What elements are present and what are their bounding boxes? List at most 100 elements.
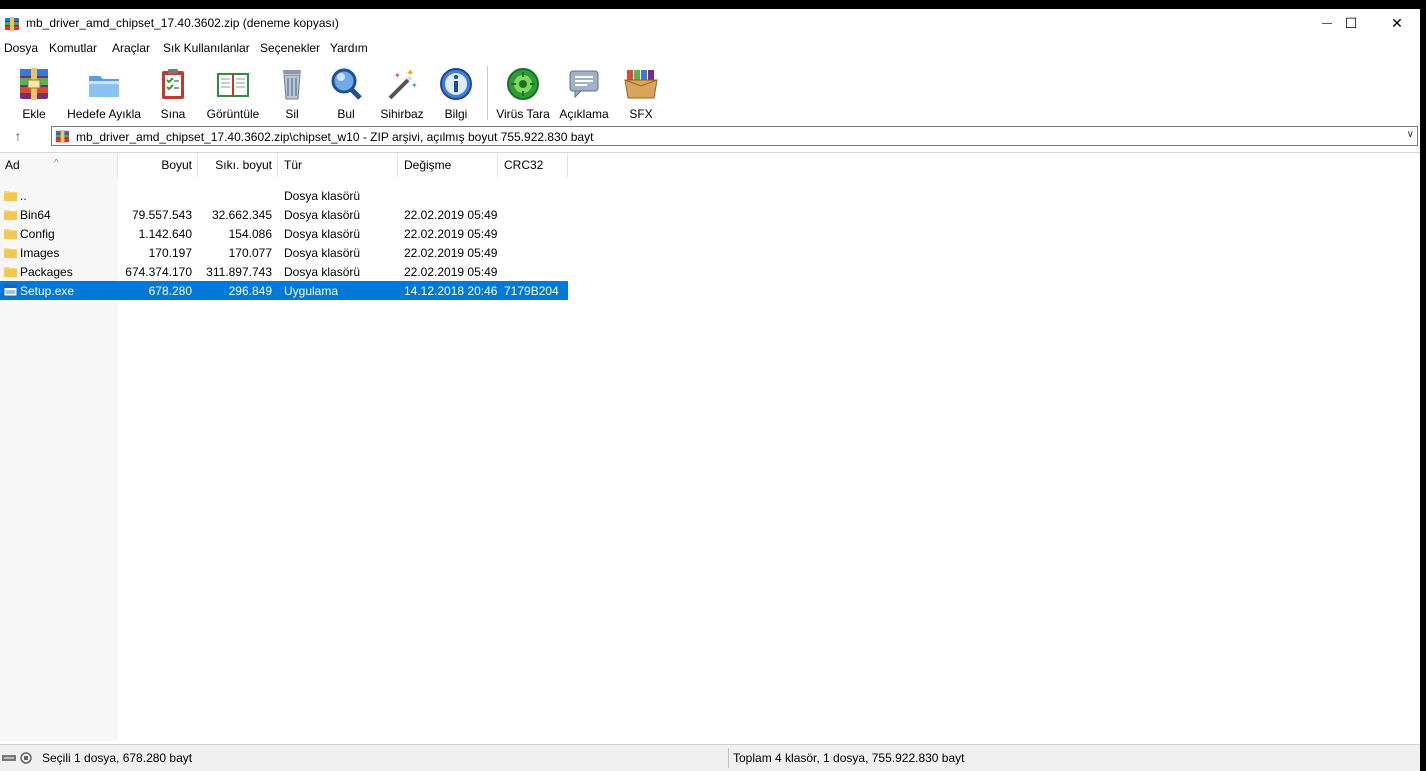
toolbar-sihirbaz-label: Sihirbaz	[380, 107, 424, 121]
column-divider[interactable]	[197, 153, 198, 177]
folder-icon	[4, 210, 17, 220]
info-icon	[440, 68, 472, 100]
file-packed-size: 32.662.345	[211, 208, 272, 222]
column-header-crc[interactable]: CRC32	[504, 158, 543, 172]
column-header-row: Ad ^ Boyut Sıkı. boyut Tür Değişme CRC32	[0, 153, 1420, 177]
close-button[interactable]: ✕	[1374, 9, 1420, 38]
title-bar[interactable]: mb_driver_amd_chipset_17.40.3602.zip (de…	[0, 9, 1420, 38]
toolbar-virus-tara-label: Virüs Tara	[496, 107, 550, 121]
column-header-packed[interactable]: Sıkı. boyut	[215, 158, 272, 172]
toolbar-goruntule-label: Görüntüle	[206, 107, 260, 121]
file-type: Dosya klasörü	[284, 189, 361, 203]
sfx-box-icon	[624, 70, 658, 99]
table-row[interactable]: Images 170.197 170.077 Dosya klasörü 22.02.2…	[0, 243, 568, 262]
table-row[interactable]: Bin64 79.557.543 32.662.345 Dosya klasörü 22…	[0, 205, 568, 224]
menu-secenekler[interactable]: Seçenekler	[260, 41, 320, 55]
file-size: 170.197	[148, 246, 192, 260]
folder-icon	[4, 248, 17, 258]
column-header-name[interactable]: Ad	[5, 158, 20, 172]
toolbar-bul-label: Bul	[337, 107, 355, 121]
comment-icon	[569, 70, 599, 99]
toolbar-sfx-label: SFX	[629, 107, 653, 121]
file-packed-size: 296.849	[228, 284, 272, 298]
close-icon: ✕	[1391, 15, 1403, 31]
file-name: Setup.exe	[20, 284, 75, 298]
file-packed-size: 170.077	[228, 246, 272, 260]
table-row[interactable]: Setup.exe 678.280 296.849 Uygulama 14.12.201…	[0, 281, 568, 300]
file-modified: 22.02.2019 05:49	[404, 227, 498, 241]
toolbar-goruntule-button[interactable]: Görüntüle	[203, 62, 263, 124]
toolbar-hedefe-ayikla-label: Hedefe Ayıkla	[67, 107, 141, 121]
menu-araclar[interactable]: Araçlar	[112, 41, 150, 55]
file-type: Dosya klasörü	[284, 227, 361, 241]
arrow-up-icon: ↑	[14, 128, 22, 144]
maximize-button[interactable]: ☐	[1328, 9, 1374, 38]
svg-text:✦: ✦	[394, 71, 401, 80]
column-divider[interactable]	[277, 153, 278, 177]
column-divider[interactable]	[497, 153, 498, 177]
folder-icon	[4, 229, 17, 239]
virus-scan-icon	[507, 68, 539, 100]
file-packed-size: 311.897.743	[206, 265, 272, 279]
path-combobox[interactable]: mb_driver_amd_chipset_17.40.3602.zip\chi…	[51, 126, 1418, 146]
toolbar-virus-tara-button[interactable]: Virüs Tara	[495, 62, 551, 124]
toolbar-hedefe-ayikla-button[interactable]: Hedefe Ayıkla	[64, 62, 144, 124]
test-clipboard-icon	[162, 69, 184, 99]
file-packed-size: 154.086	[228, 227, 272, 241]
toolbar-sina-button[interactable]: Sına	[154, 62, 192, 124]
maximize-icon: ☐	[1344, 15, 1358, 31]
file-size: 1.142.640	[138, 227, 192, 241]
column-divider[interactable]	[567, 153, 568, 177]
trash-icon	[283, 70, 301, 100]
add-archive-icon	[20, 68, 48, 100]
column-divider[interactable]	[117, 153, 118, 177]
status-divider	[728, 748, 729, 768]
status-total: Toplam 4 klasör, 1 dosya, 755.922.830 ba…	[733, 751, 965, 765]
status-bar: Seçili 1 dosya, 678.280 bayt Toplam 4 kl…	[0, 744, 1420, 771]
window-title: mb_driver_amd_chipset_17.40.3602.zip (de…	[26, 16, 339, 30]
menu-sik-kullanilanlar[interactable]: Sık Kullanılanlar	[163, 41, 250, 55]
zip-archive-icon	[55, 129, 70, 144]
toolbar: Ekle Hedefe Ayıkla Sına Görüntüle Sil Bu…	[0, 60, 1420, 126]
address-bar: ↑ mb_driver_amd_chipset_17.40.3602.zip\c…	[0, 125, 1420, 148]
column-header-size[interactable]: Boyut	[161, 158, 192, 172]
file-type: Dosya klasörü	[284, 208, 361, 222]
folder-icon	[4, 191, 17, 201]
file-modified: 22.02.2019 05:49	[404, 246, 498, 260]
toolbar-bul-button[interactable]: Bul	[327, 62, 365, 124]
toolbar-aciklama-button[interactable]: Açıklama	[556, 62, 612, 124]
toolbar-sil-button[interactable]: Sil	[273, 62, 311, 124]
toolbar-bilgi-button[interactable]: Bilgi	[437, 62, 475, 124]
table-row[interactable]: Packages 674.374.170 311.897.743 Dosya klas…	[0, 262, 568, 281]
toolbar-ekle-button[interactable]: Ekle	[12, 62, 56, 124]
file-type: Uygulama	[284, 284, 339, 298]
view-book-icon	[217, 73, 249, 97]
table-row[interactable]: Config 1.142.640 154.086 Dosya klasörü 22.02…	[0, 224, 568, 243]
toolbar-sihirbaz-button[interactable]: ✦ ✦ ✦ Sihirbaz	[378, 62, 426, 124]
column-header-modified[interactable]: Değişme	[404, 158, 451, 172]
status-selection: Seçili 1 dosya, 678.280 bayt	[42, 751, 193, 765]
file-name: Config	[20, 227, 55, 241]
file-crc: 7179B204	[504, 284, 559, 298]
winrar-app-icon	[5, 17, 19, 31]
menu-dosya[interactable]: Dosya	[4, 41, 38, 55]
menu-yardim[interactable]: Yardım	[330, 41, 368, 55]
drive-status-icon	[2, 752, 32, 764]
menu-bar: Dosya Komutlar Araçlar Sık Kullanılanlar…	[0, 38, 1420, 58]
exe-icon	[4, 284, 17, 297]
file-type: Dosya klasörü	[284, 246, 361, 260]
column-divider[interactable]	[397, 153, 398, 177]
file-type: Dosya klasörü	[284, 265, 361, 279]
file-modified: 14.12.2018 20:46	[404, 284, 498, 298]
file-name: Bin64	[20, 208, 51, 222]
table-row[interactable]: .. Dosya klasörü	[0, 186, 568, 205]
chevron-down-icon[interactable]: ∨	[1407, 129, 1414, 140]
menu-komutlar[interactable]: Komutlar	[49, 41, 97, 55]
column-header-type[interactable]: Tür	[284, 158, 302, 172]
toolbar-sfx-button[interactable]: SFX	[620, 62, 662, 124]
file-name: Images	[20, 246, 60, 260]
file-modified: 22.02.2019 05:49	[404, 208, 498, 222]
up-folder-button[interactable]: ↑	[9, 128, 27, 146]
magnifier-icon	[331, 68, 362, 100]
wizard-wand-icon: ✦ ✦ ✦	[388, 68, 418, 100]
